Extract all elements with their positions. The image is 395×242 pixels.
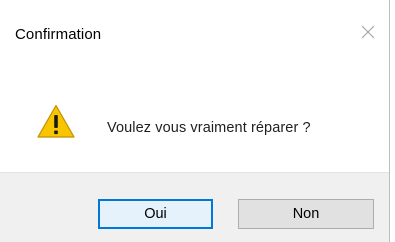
no-button[interactable]: Non xyxy=(238,199,374,229)
warning-icon xyxy=(37,104,75,139)
yes-button[interactable]: Oui xyxy=(98,199,213,229)
close-icon xyxy=(360,24,376,45)
dialog-content: Voulez vous vraiment réparer ? xyxy=(0,72,389,172)
dialog-message: Voulez vous vraiment réparer ? xyxy=(107,120,311,136)
title-bar[interactable]: Confirmation xyxy=(0,0,389,72)
confirmation-dialog: Confirmation Voulez vous vraiment répare… xyxy=(0,0,390,242)
window-title: Confirmation xyxy=(15,26,102,43)
button-bar: Oui Non xyxy=(0,172,389,242)
page: Confirmation Voulez vous vraiment répare… xyxy=(0,0,395,242)
close-button[interactable] xyxy=(356,22,380,46)
